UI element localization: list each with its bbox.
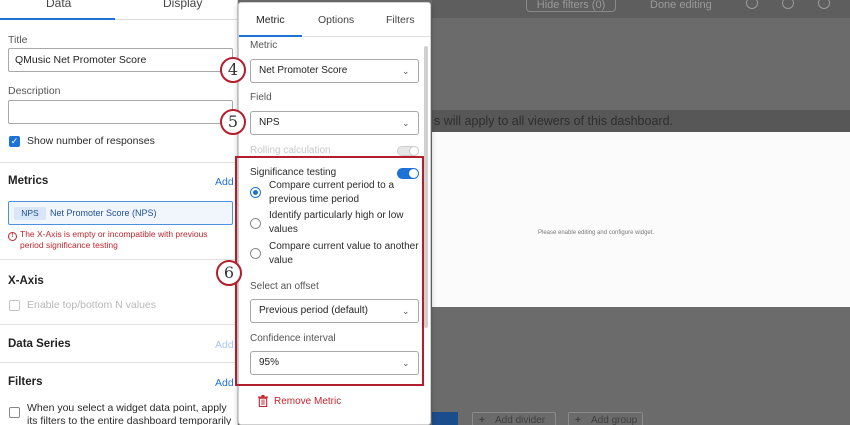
metrics-heading: Metrics bbox=[8, 175, 49, 187]
plus-icon: + bbox=[575, 415, 581, 425]
plus-icon: + bbox=[479, 415, 485, 425]
metric-select-value: Net Promoter Score bbox=[259, 65, 348, 76]
add-group-button[interactable]: + Add group bbox=[568, 412, 643, 425]
description-input[interactable] bbox=[8, 100, 233, 124]
metric-chip-tag: NPS bbox=[14, 207, 46, 220]
dashboard-banner: s will apply to all viewers of this dash… bbox=[432, 110, 850, 132]
toggle-knob bbox=[409, 146, 419, 156]
xaxis-heading: X-Axis bbox=[8, 275, 44, 287]
description-label: Description bbox=[8, 85, 61, 97]
field-select-value: NPS bbox=[259, 117, 280, 128]
metric-select[interactable]: Net Promoter Score ⌄ bbox=[250, 59, 419, 83]
tab-metric[interactable]: Metric bbox=[256, 14, 285, 26]
trash-icon[interactable] bbox=[258, 395, 268, 407]
add-divider-button[interactable]: + Add divider bbox=[472, 412, 556, 425]
xaxis-error-message: The X-Axis is empty or incompatible with… bbox=[20, 229, 208, 250]
data-series-heading: Data Series bbox=[8, 338, 71, 350]
filters-heading: Filters bbox=[8, 376, 43, 388]
hide-filters-button[interactable]: Hide filters (0) bbox=[526, 0, 616, 12]
add-divider-label: Add divider bbox=[495, 415, 546, 425]
metric-chip-name: Net Promoter Score (NPS) bbox=[50, 208, 157, 218]
dashboard-bottom-bar: + Add divider + Add group bbox=[432, 394, 850, 425]
add-filter-link[interactable]: Add bbox=[215, 377, 234, 389]
widget-placeholder-text: Please enable editing and configure widg… bbox=[538, 230, 655, 236]
add-metric-link[interactable]: Add bbox=[215, 176, 234, 188]
divider bbox=[0, 324, 238, 325]
add-group-label: Add group bbox=[591, 415, 638, 425]
apply-filters-checkbox[interactable] bbox=[9, 407, 20, 418]
apply-filters-label: When you select a widget data point, app… bbox=[27, 402, 232, 425]
tab-options[interactable]: Options bbox=[318, 14, 354, 26]
metric-label: Metric bbox=[250, 40, 278, 51]
chevron-down-icon: ⌄ bbox=[402, 118, 410, 128]
divider bbox=[0, 362, 238, 363]
tab-filters[interactable]: Filters bbox=[386, 14, 415, 26]
metric-chip[interactable]: NPS Net Promoter Score (NPS) bbox=[8, 201, 233, 225]
error-icon: ! bbox=[8, 232, 17, 241]
show-responses-label: Show number of responses bbox=[27, 135, 155, 147]
divider bbox=[0, 162, 238, 163]
chevron-down-icon: ⌄ bbox=[402, 66, 410, 76]
add-data-series-link[interactable]: Add bbox=[215, 339, 234, 351]
done-editing-button[interactable]: Done editing bbox=[650, 0, 730, 12]
title-label: Title bbox=[8, 34, 28, 46]
popup-tabs: Metric Options Filters bbox=[239, 3, 430, 37]
field-label: Field bbox=[250, 92, 272, 103]
top-bottom-checkbox[interactable] bbox=[9, 300, 20, 311]
rolling-calculation-label: Rolling calculation bbox=[250, 145, 331, 156]
add-widget-button[interactable] bbox=[432, 412, 458, 425]
widget-preview: Please enable editing and configure widg… bbox=[432, 132, 850, 307]
field-select[interactable]: NPS ⌄ bbox=[250, 111, 419, 135]
rolling-calculation-toggle[interactable] bbox=[397, 146, 419, 156]
step-callout-4: 4 bbox=[220, 57, 246, 83]
step-callout-5: 5 bbox=[220, 109, 246, 135]
widget-edit-panel: Data Display Title QMusic Net Promoter S… bbox=[0, 0, 238, 425]
remove-metric-link[interactable]: Remove Metric bbox=[274, 396, 341, 407]
popup-scrollbar[interactable] bbox=[424, 46, 428, 328]
show-responses-checkbox[interactable]: ✓ bbox=[9, 136, 20, 147]
tab-display[interactable]: Display bbox=[163, 0, 202, 10]
significance-testing-highlight bbox=[235, 156, 424, 386]
step-callout-6: 6 bbox=[216, 260, 242, 286]
active-tab-indicator bbox=[239, 35, 302, 37]
tab-data[interactable]: Data bbox=[46, 0, 71, 10]
top-bottom-label: Enable top/bottom N values bbox=[27, 299, 156, 311]
edit-panel-tabs: Data Display bbox=[0, 0, 238, 20]
active-tab-indicator bbox=[0, 18, 115, 20]
divider bbox=[0, 259, 238, 260]
title-input[interactable]: QMusic Net Promoter Score bbox=[8, 48, 233, 72]
